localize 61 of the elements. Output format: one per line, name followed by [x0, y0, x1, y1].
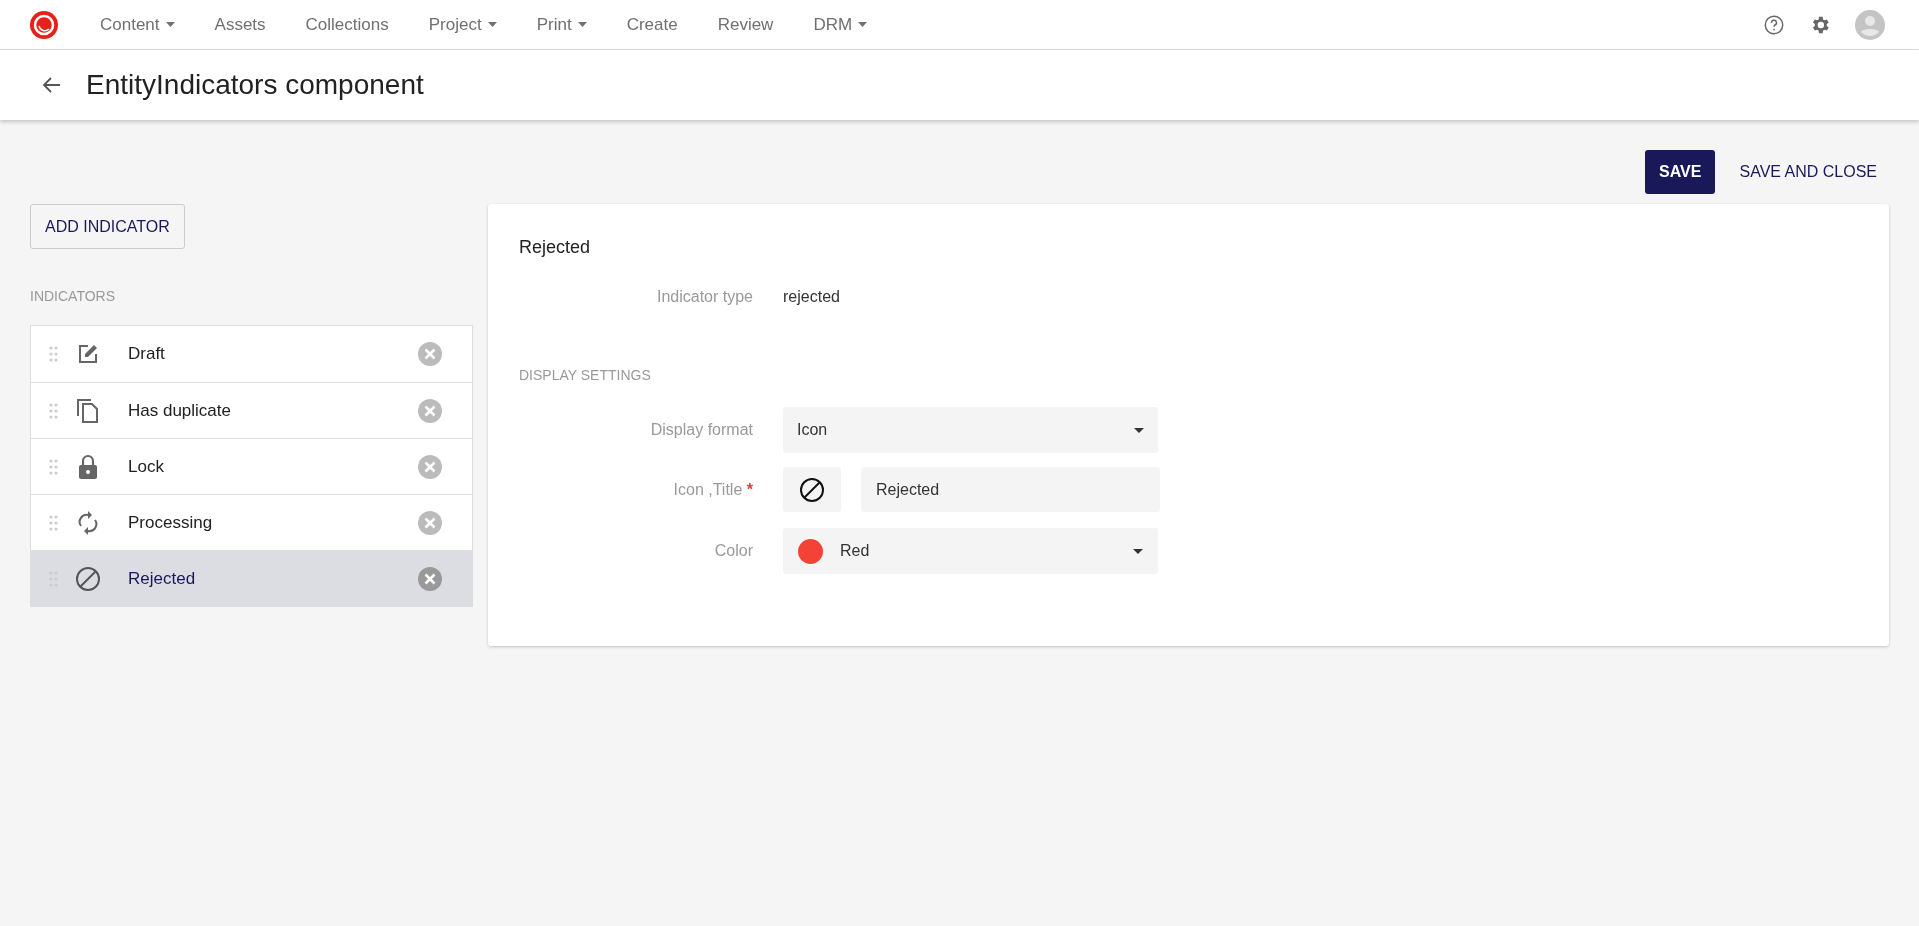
nav-link[interactable]: Content: [84, 11, 191, 38]
nav-link[interactable]: Collections: [289, 11, 405, 38]
logo-icon[interactable]: [28, 8, 60, 41]
remove-icon[interactable]: [418, 342, 442, 366]
save-and-close-button[interactable]: SAVE AND CLOSE: [1727, 150, 1889, 194]
select-value: Red: [840, 541, 870, 561]
save-button[interactable]: SAVE: [1645, 150, 1716, 194]
indicator-label: Processing: [128, 511, 213, 534]
dropdown-caret-icon: [577, 22, 587, 27]
field-label: Color: [714, 542, 753, 559]
help-icon[interactable]: [1763, 13, 1785, 36]
drag-handle-icon[interactable]: [49, 514, 58, 531]
indicator-list-item[interactable]: Draft: [31, 326, 472, 382]
indicator-list-item[interactable]: Rejected: [31, 550, 472, 606]
field-label: Icon ,Title: [673, 480, 743, 498]
section-label: DISPLAY SETTINGS: [519, 366, 651, 385]
remove-icon[interactable]: [418, 398, 442, 423]
indicator-list-item[interactable]: Processing: [31, 494, 472, 550]
indicator-list-item[interactable]: Has duplicate: [31, 382, 472, 438]
sync-icon: [77, 509, 99, 536]
nav-link[interactable]: Review: [701, 11, 790, 38]
display-format-select[interactable]: Icon: [783, 407, 1158, 453]
indicator-list-item[interactable]: Lock: [31, 438, 472, 494]
avatar-icon[interactable]: [1855, 9, 1885, 40]
prohibited-icon: [799, 476, 825, 503]
drag-handle-icon[interactable]: [49, 402, 58, 419]
indicator-type-value: rejected: [783, 287, 840, 307]
nav-link[interactable]: Print: [520, 11, 603, 38]
remove-icon[interactable]: [418, 510, 442, 535]
page-title: EntityIndicators component: [86, 68, 424, 102]
nav-link[interactable]: Project: [412, 11, 513, 38]
dropdown-caret-icon: [1133, 548, 1143, 554]
nav-link[interactable]: Assets: [198, 11, 282, 38]
copy-icon: [76, 397, 100, 424]
add-indicator-button[interactable]: ADD INDICATOR: [30, 204, 185, 249]
section-label: INDICATORS: [30, 287, 117, 306]
lock-icon: [77, 453, 99, 480]
detail-title: Rejected: [519, 236, 591, 259]
dropdown-caret-icon: [487, 22, 497, 27]
title-field[interactable]: Rejected: [861, 467, 1160, 512]
dropdown-caret-icon: [858, 22, 868, 27]
select-value: Icon: [797, 420, 828, 440]
field-label: Indicator type: [656, 288, 753, 305]
indicator-label: Rejected: [128, 567, 196, 590]
required-mark: *: [746, 480, 753, 498]
prohibited-icon: [75, 565, 101, 592]
drag-handle-icon[interactable]: [49, 346, 58, 362]
edit-icon: [76, 342, 100, 366]
nav-link[interactable]: Create: [610, 11, 694, 38]
remove-icon[interactable]: [418, 566, 442, 591]
icon-picker-button[interactable]: [783, 467, 841, 512]
nav-link[interactable]: DRM: [797, 11, 884, 38]
field-label: Display format: [650, 421, 753, 438]
dropdown-caret-icon: [1134, 427, 1144, 433]
indicator-label: Lock: [128, 455, 164, 478]
remove-icon[interactable]: [418, 454, 442, 479]
indicator-label: Draft: [128, 343, 165, 366]
indicator-label: Has duplicate: [128, 399, 231, 422]
dropdown-caret-icon: [165, 22, 175, 27]
color-select[interactable]: Red: [783, 528, 1158, 574]
drag-handle-icon[interactable]: [49, 458, 58, 475]
